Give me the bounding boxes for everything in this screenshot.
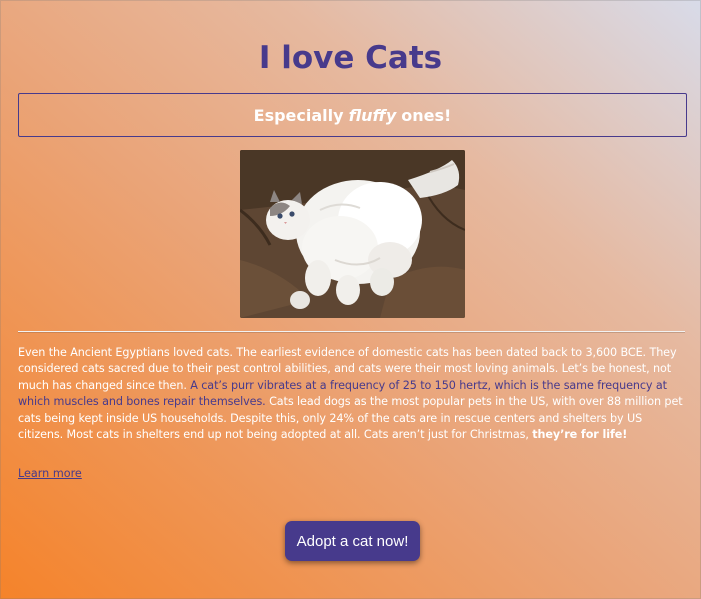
- learn-more-link[interactable]: Learn more: [18, 467, 82, 480]
- subtitle-banner: Especially fluffy ones!: [18, 93, 687, 137]
- cat-illustration: [240, 150, 465, 318]
- cat-photo: [240, 150, 465, 318]
- adopt-button[interactable]: Adopt a cat now!: [285, 521, 420, 561]
- article-part-for-life: they’re for life!: [532, 428, 628, 442]
- subtitle-text-end: ones!: [401, 105, 452, 125]
- subtitle-emphasis: fluffy: [348, 105, 397, 125]
- article-paragraph: Even the Ancient Egyptians loved cats. T…: [18, 345, 689, 443]
- subtitle-text-start: Especially: [253, 105, 344, 125]
- section-divider: [18, 331, 685, 332]
- page-title: I love Cats: [258, 40, 443, 76]
